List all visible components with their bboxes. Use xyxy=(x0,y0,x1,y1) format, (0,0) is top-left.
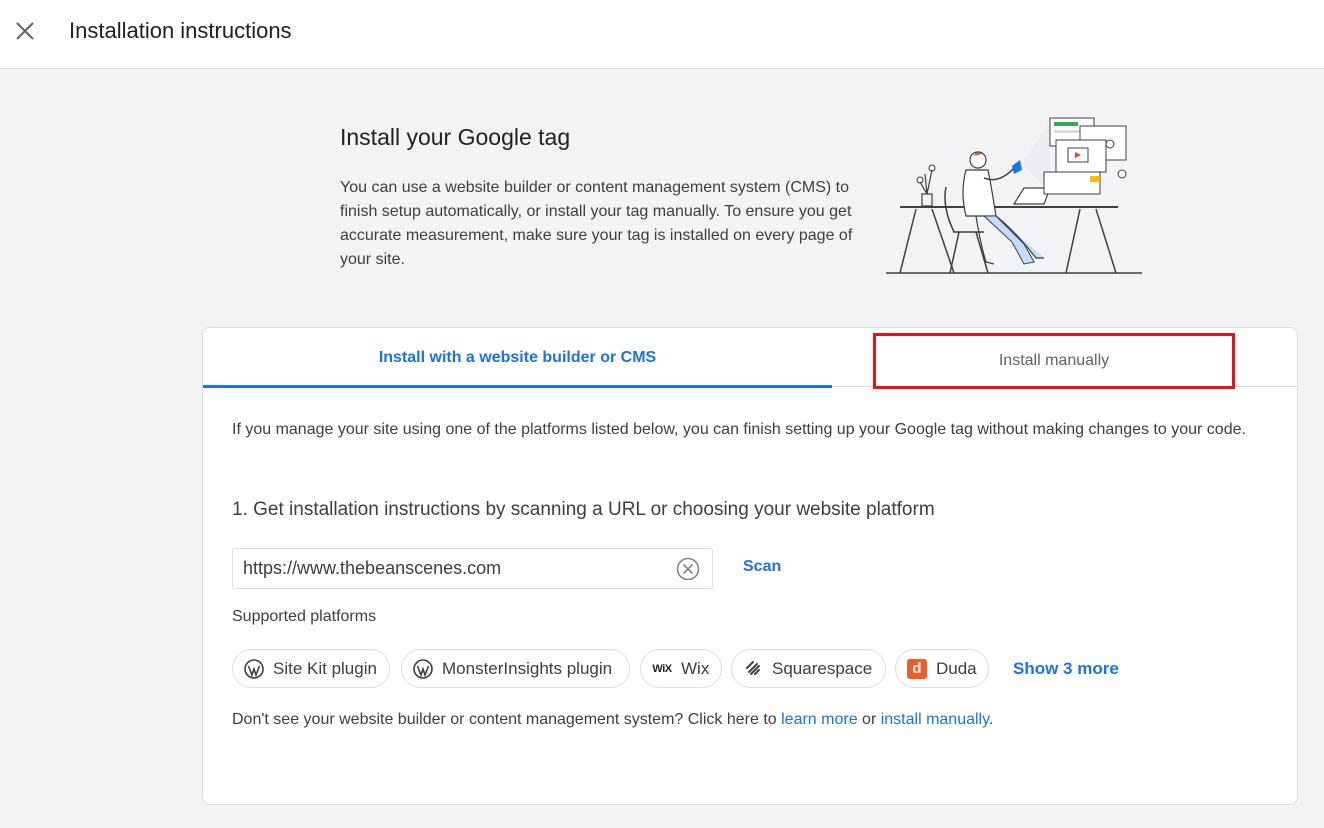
footer-middle: or xyxy=(857,711,881,728)
footer-prefix: Don't see your website builder or conten… xyxy=(232,711,782,728)
platforms-description: If you manage your site using one of the… xyxy=(232,421,1246,438)
platform-label: Wix xyxy=(681,658,710,678)
platform-chip-squarespace[interactable]: Squarespace xyxy=(731,649,886,688)
person-at-desk-illustration xyxy=(884,112,1146,278)
platform-label: MonsterInsights plugin xyxy=(442,658,613,678)
intro-text: You can use a website builder or content… xyxy=(340,179,853,268)
platform-chip-monsterinsights[interactable]: MonsterInsights plugin xyxy=(401,649,630,688)
footer-suffix: . xyxy=(988,711,994,728)
tab-install-manually[interactable]: Install manually xyxy=(873,333,1235,389)
close-icon[interactable] xyxy=(12,18,38,44)
platform-chip-site-kit[interactable]: Site Kit plugin xyxy=(232,649,390,688)
url-input[interactable] xyxy=(233,549,673,588)
show-more-button[interactable]: Show 3 more xyxy=(1013,659,1119,679)
footer-note: Don't see your website builder or conten… xyxy=(232,711,993,729)
wordpress-icon xyxy=(413,658,433,679)
install-manually-link[interactable]: install manually xyxy=(881,711,989,728)
platform-chip-wix[interactable]: WiX Wix xyxy=(640,649,722,688)
top-bar: Installation instructions xyxy=(0,0,1324,69)
platform-label: Squarespace xyxy=(772,658,873,678)
step-title: 1. Get installation instructions by scan… xyxy=(232,499,935,520)
clear-icon[interactable] xyxy=(676,557,700,581)
wix-icon: WiX xyxy=(652,662,672,675)
wordpress-icon xyxy=(244,658,264,679)
platform-label: Duda xyxy=(936,658,977,678)
scan-button[interactable]: Scan xyxy=(743,558,781,576)
platform-chip-duda[interactable]: d Duda xyxy=(895,649,989,688)
platform-label: Site Kit plugin xyxy=(273,658,377,678)
installation-card: Install with a website builder or CMS In… xyxy=(202,327,1298,805)
learn-more-link[interactable]: learn more xyxy=(781,711,857,728)
intro-title: Install your Google tag xyxy=(340,124,571,150)
install-tabs: Install with a website builder or CMS In… xyxy=(203,328,1297,389)
squarespace-icon xyxy=(743,659,763,679)
supported-platforms-label: Supported platforms xyxy=(232,608,377,625)
url-field xyxy=(232,548,713,589)
page-title: Installation instructions xyxy=(69,18,292,43)
duda-icon: d xyxy=(907,658,927,679)
tab-install-with-cms[interactable]: Install with a website builder or CMS xyxy=(203,328,832,388)
